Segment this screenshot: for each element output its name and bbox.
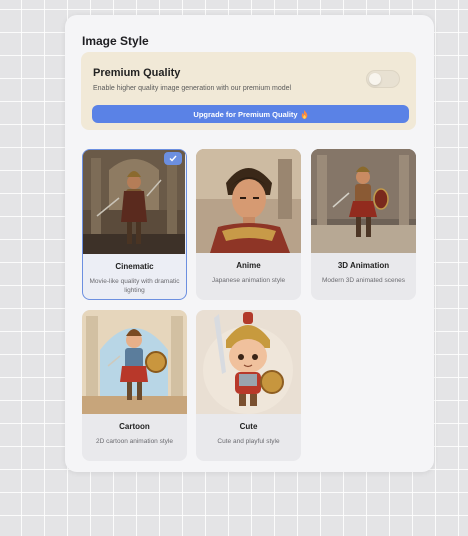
image-style-panel: Image Style Premium Quality Enable highe… bbox=[65, 15, 434, 472]
style-name: 3D Animation bbox=[337, 261, 390, 270]
style-name: Cinematic bbox=[115, 262, 154, 271]
style-card-cinematic[interactable]: Cinematic Movie-like quality with dramat… bbox=[82, 149, 187, 300]
style-description: 2D cartoon animation style bbox=[96, 438, 173, 445]
panel-title: Image Style bbox=[82, 34, 149, 48]
upgrade-label: Upgrade for Premium Quality bbox=[193, 109, 298, 119]
premium-title: Premium Quality bbox=[93, 67, 181, 79]
style-description: Japanese animation style bbox=[211, 277, 286, 284]
anime-preview-image bbox=[196, 149, 301, 253]
style-description: Modern 3D animated scenes bbox=[321, 277, 406, 284]
style-description: Movie-like quality with dramatic lightin… bbox=[89, 278, 180, 294]
style-name: Anime bbox=[236, 261, 261, 270]
style-card-cute[interactable]: Cute Cute and playful style bbox=[196, 310, 301, 461]
premium-quality-section: Premium Quality Enable higher quality im… bbox=[81, 52, 416, 130]
flame-icon bbox=[301, 109, 307, 119]
style-card-anime[interactable]: Anime Japanese animation style bbox=[196, 149, 301, 300]
style-name: Cartoon bbox=[119, 422, 150, 431]
premium-toggle[interactable] bbox=[366, 70, 400, 88]
3d-animation-preview-image bbox=[311, 149, 416, 253]
style-card-cartoon[interactable]: Cartoon 2D cartoon animation style bbox=[82, 310, 187, 461]
style-card-3d-animation[interactable]: 3D Animation Modern 3D animated scenes bbox=[311, 149, 416, 300]
upgrade-button[interactable]: Upgrade for Premium Quality bbox=[92, 105, 409, 123]
style-description: Cute and playful style bbox=[217, 438, 280, 445]
selected-check-icon bbox=[164, 152, 182, 165]
cute-preview-image bbox=[196, 310, 301, 414]
premium-description: Enable higher quality image generation w… bbox=[93, 85, 292, 92]
style-name: Cute bbox=[239, 422, 258, 431]
cinematic-preview-image bbox=[83, 150, 185, 254]
toggle-knob bbox=[369, 73, 381, 85]
cartoon-preview-image bbox=[82, 310, 187, 414]
